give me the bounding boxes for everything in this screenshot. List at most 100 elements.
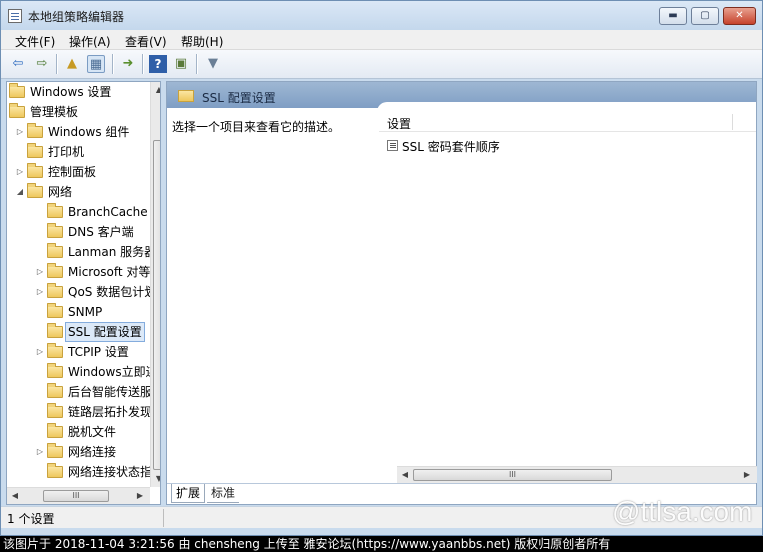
tree-item[interactable]: SSL 配置设置 xyxy=(7,322,149,342)
scroll-right-icon[interactable]: ▶ xyxy=(132,488,148,504)
menu-bar: 文件(F) 操作(A) 查看(V) 帮助(H) xyxy=(1,30,762,50)
tree-item[interactable]: 后台智能传送服务 xyxy=(7,382,160,402)
tree-item[interactable]: DNS 客户端 xyxy=(7,222,149,242)
menu-view[interactable]: 查看(V) xyxy=(125,33,167,50)
list-horizontal-scroll-thumb[interactable]: III xyxy=(413,469,612,481)
scroll-right-icon[interactable]: ▶ xyxy=(739,467,755,483)
tree-item[interactable]: ◢ 网络 xyxy=(7,182,149,202)
column-divider[interactable] xyxy=(732,114,733,130)
tree-item-label: Lanman 服务器 xyxy=(68,245,157,259)
tree-item[interactable]: 管理模板 xyxy=(7,102,149,122)
properties-icon[interactable]: ▣ xyxy=(172,55,190,73)
tree-item[interactable]: 脱机文件 xyxy=(7,422,149,442)
folder-icon xyxy=(47,243,63,258)
folder-icon xyxy=(47,343,63,358)
tree-item[interactable]: 网络连接状态指示器 xyxy=(7,462,160,482)
expand-icon[interactable]: ▷ xyxy=(35,262,45,282)
scroll-left-icon[interactable]: ◀ xyxy=(397,467,413,483)
collapse-icon[interactable]: ◢ xyxy=(15,182,25,202)
minimize-button[interactable]: ▬ xyxy=(659,7,687,25)
tree-item[interactable]: Lanman 服务器 xyxy=(7,242,156,262)
tree-item[interactable]: SNMP xyxy=(7,302,149,322)
maximize-button[interactable]: ▢ xyxy=(691,7,719,25)
tree-item[interactable]: Windows 设置 xyxy=(7,82,149,102)
tree-item[interactable]: ▷ 控制面板 xyxy=(7,162,149,182)
tree-item-label: 控制面板 xyxy=(48,165,97,179)
tree-item-label: 后台智能传送服务 xyxy=(68,385,161,399)
list-header: 设置 xyxy=(379,112,756,132)
folder-icon xyxy=(47,263,63,278)
policy-editor-icon xyxy=(8,9,22,23)
tree-item[interactable]: BranchCache xyxy=(7,202,149,222)
export-list-icon[interactable]: ➜ xyxy=(119,55,137,73)
expand-icon[interactable]: ▷ xyxy=(35,442,45,462)
tree-item-label: Windows 设置 xyxy=(30,85,112,99)
folder-icon xyxy=(27,143,43,158)
scroll-left-icon[interactable]: ◀ xyxy=(7,488,23,504)
tree-item[interactable]: ▷ TCPIP 设置 xyxy=(7,342,149,362)
folder-icon xyxy=(47,403,63,418)
tree-vertical-scroll-thumb[interactable] xyxy=(153,140,160,470)
tree-item-label: BranchCache xyxy=(68,205,148,219)
folder-icon xyxy=(47,383,63,398)
menu-action[interactable]: 操作(A) xyxy=(69,33,111,50)
tree-item[interactable]: ▷ QoS 数据包计划 xyxy=(7,282,156,302)
details-pane: SSL 配置设置 选择一个项目来查看它的描述。 设置 SSL 密码套件顺序 ◀ … xyxy=(166,81,757,505)
menu-help[interactable]: 帮助(H) xyxy=(181,33,223,50)
expand-icon[interactable]: ▷ xyxy=(15,162,25,182)
tab-standard[interactable]: 标准 xyxy=(207,484,240,503)
folder-icon xyxy=(47,223,63,238)
details-title: SSL 配置设置 xyxy=(202,91,276,105)
tree-item[interactable]: 链路层拓扑发现 xyxy=(7,402,152,422)
folder-icon xyxy=(47,323,63,338)
show-hide-tree-icon[interactable]: ▦ xyxy=(87,55,105,73)
column-header-setting[interactable]: 设置 xyxy=(387,115,411,132)
forward-arrow-icon[interactable]: ⇨ xyxy=(33,55,51,73)
toolbar-separator xyxy=(56,54,57,74)
folder-icon xyxy=(47,423,63,438)
folder-icon xyxy=(9,83,25,98)
tree-item[interactable]: ▷ 网络连接 xyxy=(7,442,149,462)
description-panel: 选择一个项目来查看它的描述。 xyxy=(167,108,377,483)
tree-vertical-scrollbar[interactable]: ▲ ▼ xyxy=(150,82,160,487)
tree-item-label: 网络 xyxy=(48,185,73,199)
tree-item[interactable]: 打印机 xyxy=(7,142,149,162)
list-item-label: SSL 密码套件顺序 xyxy=(402,140,500,154)
tree-item[interactable]: ▷ Windows 组件 xyxy=(7,122,149,142)
help-icon[interactable]: ? xyxy=(149,55,167,73)
tree-item-label: 网络连接状态指示器 xyxy=(68,465,160,479)
expand-icon[interactable]: ▷ xyxy=(35,342,45,362)
tree-pane[interactable]: Windows 设置 管理模板 ▷ Windows 组件 打印机 ▷ 控制面板 ◢ 网络 Bran… xyxy=(6,81,161,505)
window-title: 本地组策略编辑器 xyxy=(28,10,125,24)
tree-horizontal-scrollbar[interactable]: ◀ III ▶ xyxy=(7,487,150,504)
tree-item-label: Windows 组件 xyxy=(48,125,130,139)
list-horizontal-scrollbar[interactable]: ◀ III ▶ xyxy=(397,466,757,483)
scroll-down-icon[interactable]: ▼ xyxy=(151,471,160,487)
tree-item-label: 管理模板 xyxy=(30,105,79,119)
tree-item-label: Windows立即连接 xyxy=(68,365,161,379)
folder-icon xyxy=(27,183,43,198)
tree-horizontal-scroll-thumb[interactable]: III xyxy=(43,490,109,502)
status-divider xyxy=(163,509,164,527)
app-window: 本地组策略编辑器 ▬ ▢ ✕ 文件(F) 操作(A) 查看(V) 帮助(H) ⇦… xyxy=(0,0,763,536)
filter-icon[interactable]: ▼ xyxy=(204,55,222,73)
title-bar[interactable]: 本地组策略编辑器 ▬ ▢ ✕ xyxy=(1,1,762,31)
expand-icon[interactable]: ▷ xyxy=(15,122,25,142)
policy-setting-icon xyxy=(387,140,398,151)
back-arrow-icon[interactable]: ⇦ xyxy=(9,55,27,73)
up-folder-icon[interactable]: ▲ xyxy=(63,55,81,73)
close-button[interactable]: ✕ xyxy=(723,7,756,25)
tree-item-label: SNMP xyxy=(68,305,103,319)
toolbar: ⇦ ⇨ ▲ ▦ ➜? ▣ ▼ xyxy=(1,50,762,79)
tab-extended[interactable]: 扩展 xyxy=(171,484,206,503)
status-text: 1 个设置 xyxy=(7,512,55,526)
tree-item-label: Microsoft 对等 xyxy=(68,265,151,279)
scroll-up-icon[interactable]: ▲ xyxy=(151,82,160,98)
tree-item[interactable]: Windows立即连接 xyxy=(7,362,160,382)
watermark: @ttlsa.com xyxy=(612,496,753,527)
menu-file[interactable]: 文件(F) xyxy=(15,33,55,50)
folder-icon xyxy=(47,463,63,478)
expand-icon[interactable]: ▷ xyxy=(35,282,45,302)
tree-item[interactable]: ▷ Microsoft 对等 xyxy=(7,262,151,282)
folder-icon xyxy=(47,443,63,458)
